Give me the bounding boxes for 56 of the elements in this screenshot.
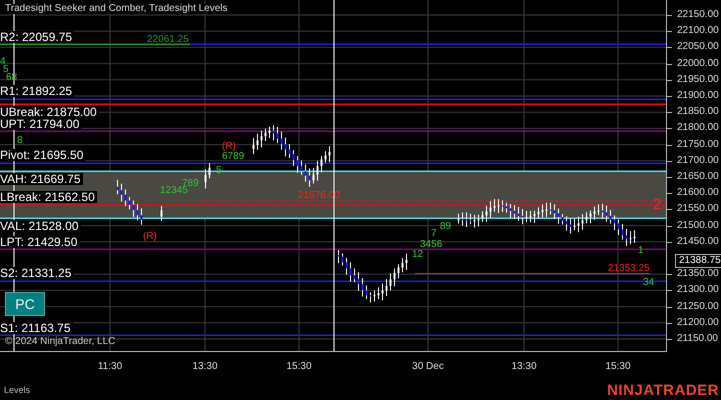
sequence-number: 3456 bbox=[420, 240, 442, 250]
chart-tab[interactable]: Levels bbox=[4, 385, 30, 395]
level-label: R1: 21892.25 bbox=[0, 85, 74, 97]
reversal-marker: (R) bbox=[143, 232, 157, 242]
price-tick: 21600.00 bbox=[677, 188, 719, 198]
price-marker: 21353.25 bbox=[608, 264, 650, 274]
time-tick: 15:30 bbox=[286, 362, 312, 372]
level-label: LBreak: 21562.50 bbox=[0, 191, 97, 203]
time-tick: 13:30 bbox=[511, 362, 537, 372]
price-tick: 22150.00 bbox=[677, 10, 719, 20]
sequence-number: 12 bbox=[412, 250, 424, 260]
pc-button[interactable]: PC bbox=[5, 292, 45, 316]
price-tick: 21450.00 bbox=[677, 236, 719, 247]
level-label: LPT: 21429.50 bbox=[0, 236, 80, 248]
price-tick: 21550.00 bbox=[677, 204, 719, 214]
price-tick: 21650.00 bbox=[677, 172, 719, 182]
price-tick: 21200.00 bbox=[677, 318, 719, 328]
level-label: UPT: 21794.00 bbox=[0, 118, 82, 130]
price-tick: 22000.00 bbox=[677, 58, 719, 69]
time-tick: 15:30 bbox=[605, 362, 631, 372]
price-tick: 21750.00 bbox=[677, 140, 719, 150]
sequence-number: 12345 bbox=[160, 186, 188, 196]
sequence-number: 7 bbox=[431, 229, 437, 239]
level-label: VAL: 21528.00 bbox=[0, 220, 81, 232]
price-tick: 21950.00 bbox=[677, 74, 719, 85]
level-label: S2: 21331.25 bbox=[0, 267, 74, 279]
price-tick: 21850.00 bbox=[677, 107, 719, 118]
sequence-number: 5 bbox=[216, 166, 222, 176]
price-tick: 21250.00 bbox=[677, 302, 719, 312]
current-price-tag: 21388.75 bbox=[675, 254, 721, 268]
logo: NINJATRADER bbox=[607, 382, 719, 398]
price-tick: 22100.00 bbox=[677, 26, 719, 36]
price-tick: 21300.00 bbox=[677, 285, 719, 296]
sequence-number: 89 bbox=[440, 222, 452, 232]
time-tick: 11:30 bbox=[98, 362, 122, 372]
sequence-number: 6789 bbox=[222, 152, 244, 162]
level-label: UBreak: 21875.00 bbox=[0, 106, 99, 118]
price-tick: 21900.00 bbox=[677, 91, 719, 101]
price-tick: 21150.00 bbox=[677, 334, 718, 344]
time-tick: 13:30 bbox=[192, 362, 218, 372]
level-label: R2: 22059.75 bbox=[0, 31, 74, 43]
price-tick: 21700.00 bbox=[677, 156, 719, 166]
copyright-text: © 2024 NinjaTrader, LLC bbox=[5, 337, 116, 347]
reversal-marker: (R) bbox=[222, 142, 236, 152]
price-tick: 21350.00 bbox=[677, 269, 719, 280]
level-label: VAH: 21669.75 bbox=[0, 173, 83, 185]
level-label: Pivot: 21695.50 bbox=[0, 149, 86, 161]
price-tick: 22050.00 bbox=[677, 42, 719, 52]
sequence-number: 5 bbox=[3, 65, 9, 75]
price-marker: 22061.25 bbox=[147, 35, 189, 45]
level-label: S1: 21163.75 bbox=[0, 322, 73, 334]
sequence-number: 8 bbox=[17, 136, 23, 146]
chart-title: Tradesight Seeker and Comber, Tradesight Levels bbox=[5, 4, 228, 14]
price-tick: 21500.00 bbox=[677, 220, 719, 231]
price-tick: 21800.00 bbox=[677, 123, 719, 134]
time-tick: 30 Dec bbox=[412, 362, 444, 372]
